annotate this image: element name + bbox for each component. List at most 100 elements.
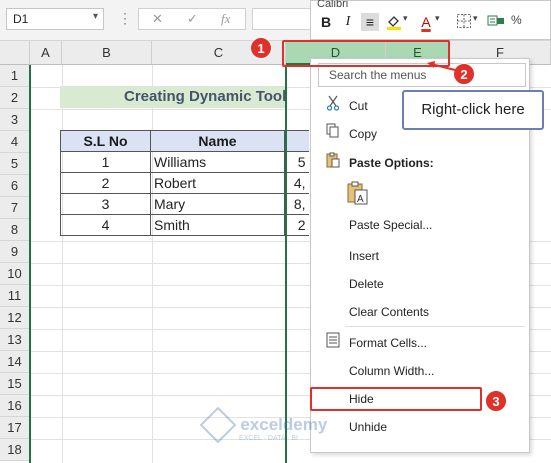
callout-box: Right-click here [402,90,544,130]
drag-handle-icon[interactable]: ⋮ [118,10,133,27]
row-header-12[interactable]: 12 [0,307,30,329]
menu-item-label: Column Width... [349,364,435,378]
watermark-brand: exceldemy [240,415,328,434]
chevron-down-icon[interactable]: ▾ [473,13,478,24]
selection-border-d [285,65,287,463]
row-header-10[interactable]: 10 [0,263,30,285]
cell-name[interactable]: Robert [150,172,285,194]
copy-icon [324,123,342,145]
menu-item-label: Clear Contents [349,305,430,319]
row-header-18[interactable]: 18 [0,439,30,461]
cell-d[interactable]: 5 [284,151,309,173]
selection-border-left [29,65,31,463]
menu-item-clear-contents[interactable]: Clear Contents [312,301,528,323]
table-row: 4 Smith 2 [60,214,309,236]
column-header-a[interactable]: A [30,41,62,65]
name-box[interactable]: D1 ▾ [6,8,104,30]
select-all-corner[interactable] [0,41,30,65]
borders-icon[interactable] [455,13,473,31]
cell-d[interactable]: 8, [284,193,309,215]
logo-icon [199,406,237,444]
row-header-6[interactable]: 6 [0,175,30,197]
menu-item-label: Unhide [349,420,388,434]
cancel-icon[interactable]: ✕ [152,11,163,27]
cell-sl[interactable]: 1 [60,151,151,173]
row-header-14[interactable]: 14 [0,351,30,373]
formula-buttons: ✕ ✓ fx [138,8,246,30]
menu-item-label: Paste Options: [349,156,434,170]
watermark: exceldemy EXCEL · DATA · BI [199,406,328,444]
chevron-down-icon[interactable]: ▾ [93,11,98,22]
italic-button[interactable]: I [339,13,357,31]
row-header-15[interactable]: 15 [0,373,30,395]
cell-d[interactable]: 4, [284,172,309,194]
number-format-icon[interactable] [487,13,505,31]
font-name[interactable]: Calibri [317,0,348,10]
menu-item-label: Insert [349,249,380,263]
svg-text:A: A [357,194,364,205]
cell-name[interactable]: Smith [150,214,285,236]
row-header-2[interactable]: 2 [0,87,30,109]
menu-separator [345,326,525,327]
menu-item-insert[interactable]: Insert [312,245,528,267]
menu-item-label: Delete [349,277,384,291]
cell-sl[interactable]: 4 [60,214,151,236]
table-header-sl[interactable]: S.L No [60,130,151,152]
table-row: 1 Williams 5 [60,151,309,173]
gridline [62,65,63,463]
clipboard-icon [324,152,342,174]
menu-item-label: Copy [349,127,378,141]
check-icon[interactable]: ✓ [187,11,198,27]
cell-sl[interactable]: 3 [60,193,151,215]
row-header-13[interactable]: 13 [0,329,30,351]
table-header-name[interactable]: Name [150,130,285,152]
row-header-8[interactable]: 8 [0,219,30,241]
row-header-9[interactable]: 9 [0,241,30,263]
cell-name[interactable]: Mary [150,193,285,215]
table-row: 2 Robert 4, [60,172,309,194]
step-badge-3: 3 [485,390,507,412]
formula-input[interactable] [252,8,312,30]
menu-item-label: Cut [349,99,368,113]
bold-button[interactable]: B [317,13,335,31]
menu-item-column-width[interactable]: Column Width... [312,360,528,382]
menu-item-paste-special[interactable]: Paste Special... [312,214,528,236]
row-header-16[interactable]: 16 [0,395,30,417]
cell-name[interactable]: Williams [150,151,285,173]
row-header-7[interactable]: 7 [0,197,30,219]
row-header-17[interactable]: 17 [0,417,30,439]
menu-item-delete[interactable]: Delete [312,273,528,295]
menu-item-paste-options: Paste Options: [312,152,528,174]
chevron-down-icon[interactable]: ▾ [435,13,440,24]
row-header-5[interactable]: 5 [0,153,30,175]
sheet-title[interactable]: Creating Dynamic Toolti [60,86,286,108]
paste-icon[interactable]: A [345,180,371,206]
table-row: 3 Mary 8, [60,193,309,215]
align-center-icon[interactable]: ≡ [361,13,379,31]
scissors-icon [324,95,342,117]
mini-toolbar: Calibri B I ≡ ▾ A ▾ ▾ % [310,0,551,40]
menu-item-label: Format Cells... [349,336,428,350]
menu-item-label: Paste Special... [349,218,433,232]
percent-icon[interactable]: % [511,13,522,27]
data-table: S.L No Name 1 Williams 5 2 Robert 4, 3 M… [60,130,309,236]
menu-item-format-cells[interactable]: Format Cells... [312,332,528,354]
table-header-d[interactable] [284,130,309,152]
row-header-3[interactable]: 3 [0,109,30,131]
watermark-tagline: EXCEL · DATA · BI [239,435,298,442]
font-color-button[interactable]: A [417,13,435,31]
highlight-box-hide [310,387,482,411]
format-cells-icon [324,332,342,354]
column-header-b[interactable]: B [62,41,152,65]
name-box-value: D1 [13,12,29,26]
cell-d[interactable]: 2 [284,214,309,236]
menu-item-unhide[interactable]: Unhide [312,416,528,438]
insert-function-button[interactable]: fx [221,11,230,27]
row-header-4[interactable]: 4 [0,131,30,153]
row-header-11[interactable]: 11 [0,285,30,307]
step-badge-1: 1 [250,37,272,59]
fill-color-icon[interactable] [385,13,403,31]
cell-sl[interactable]: 2 [60,172,151,194]
chevron-down-icon[interactable]: ▾ [403,13,408,24]
row-header-1[interactable]: 1 [0,65,30,87]
